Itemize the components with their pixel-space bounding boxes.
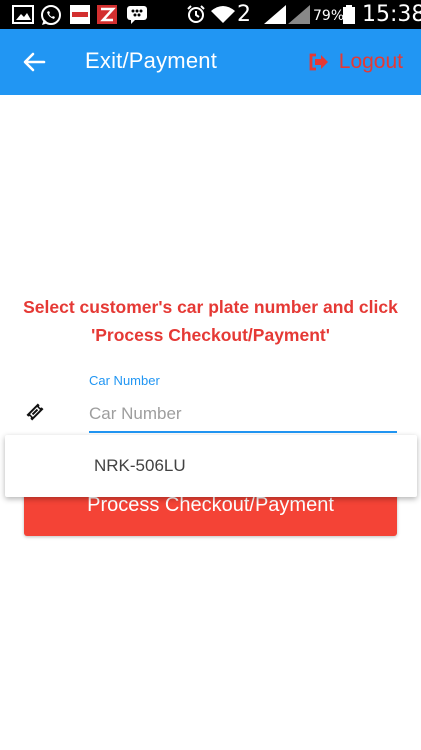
page-title: Exit/Payment	[85, 48, 218, 73]
bbm-icon	[127, 6, 147, 24]
battery-icon	[343, 5, 355, 24]
instruction-line-1: Select customer's car plate number and c…	[23, 297, 398, 317]
ticket-icon	[26, 403, 44, 421]
sign-out-icon	[309, 53, 328, 71]
car-number-input[interactable]	[89, 397, 397, 433]
instruction-text: Select customer's car plate number and c…	[0, 293, 421, 349]
process-checkout-label: Process Checkout/Payment	[87, 494, 334, 516]
arrow-left-icon	[23, 52, 46, 72]
wifi-icon	[211, 6, 235, 23]
zenith-icon	[97, 5, 117, 24]
status-bar: 2 79% 15:38	[0, 0, 421, 29]
sim-slot-indicator: 2	[237, 2, 251, 27]
battery-percent: 79%	[313, 8, 345, 24]
punch-icon	[70, 5, 90, 24]
suggestion-item-label: NRK-506LU	[94, 456, 186, 475]
alarm-icon	[187, 5, 205, 23]
signal-icon-secondary	[288, 5, 310, 24]
suggestion-item[interactable]: NRK-506LU	[5, 435, 417, 497]
signal-icon	[264, 5, 286, 24]
app-bar: Exit/Payment Logout	[0, 29, 421, 95]
gallery-icon	[12, 5, 34, 24]
whatsapp-icon	[41, 5, 61, 25]
logout-button[interactable]: Logout	[309, 48, 403, 76]
instruction-line-2: 'Process Checkout/Payment'	[91, 325, 330, 345]
back-button[interactable]	[18, 46, 50, 78]
car-number-suggestions: NRK-506LU	[5, 435, 417, 497]
logout-label: Logout	[338, 50, 403, 73]
car-number-label: Car Number	[89, 373, 160, 388]
clock: 15:38	[362, 2, 421, 27]
